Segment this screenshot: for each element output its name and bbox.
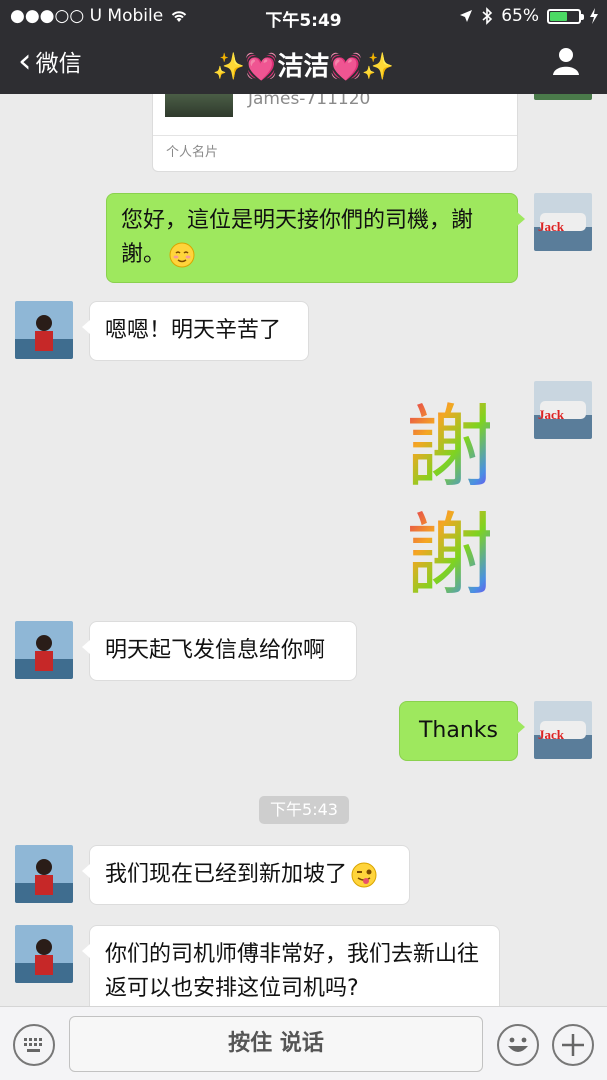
avatar-contact[interactable] (15, 925, 73, 983)
timestamp-divider: 下午5:43 (259, 796, 349, 824)
bluetooth-icon (482, 7, 493, 25)
card-type-label: 个人名片 (166, 145, 219, 160)
sticker-glyph: 謝 (410, 503, 490, 596)
avatar-badge-text: Jack (538, 219, 565, 234)
sticker-message[interactable]: 謝 謝 (410, 386, 490, 596)
more-button[interactable] (552, 1024, 594, 1066)
message-text: 你们的司机师傅非常好，我们去新山往返可以也安排这位司机吗? (105, 942, 480, 1001)
message-bubble-incoming[interactable]: 明天起飞发信息给你啊 (82, 621, 357, 681)
avatar-badge-text: Jack (538, 727, 565, 742)
avatar-contact[interactable] (15, 621, 73, 679)
profile-icon[interactable] (551, 46, 581, 76)
avatar-contact[interactable] (15, 301, 73, 359)
chat-title: ✨💓洁洁💓✨ (212, 52, 395, 82)
message-bubble-outgoing[interactable]: Thanks (399, 701, 525, 761)
plus-icon (562, 1034, 584, 1056)
keyboard-icon (24, 1038, 42, 1052)
sticker-glyph: 謝 (410, 395, 490, 500)
avatar-self[interactable]: Jack (534, 193, 592, 251)
message-text: 嗯嗯！明天辛苦了 (105, 318, 282, 343)
battery-level-fill (550, 11, 567, 21)
card-thumbnail (165, 94, 233, 117)
message-bubble-incoming[interactable]: 你们的司机师傅非常好，我们去新山往返可以也安排这位司机吗? (82, 925, 500, 1006)
message-bubble-outgoing[interactable]: 您好，這位是明天接你們的司機，謝謝。 (106, 193, 525, 283)
input-bar: 按住 说话 (0, 1006, 607, 1080)
blush-emoji-icon (169, 242, 195, 268)
location-arrow-icon (460, 10, 473, 22)
status-bar: ●●●○○ U Mobile 下午5:49 65% (0, 0, 607, 32)
smiley-icon (508, 1037, 528, 1052)
avatar-self[interactable]: Jack (534, 701, 592, 759)
card-user-id: James-711120 (248, 94, 371, 109)
avatar-badge-text: Jack (538, 407, 565, 422)
wink-tongue-emoji-icon (351, 862, 377, 888)
avatar-self[interactable]: Jack (534, 381, 592, 439)
message-text: 我们现在已经到新加坡了 (105, 862, 348, 887)
avatar-contact[interactable] (15, 845, 73, 903)
message-bubble-incoming[interactable]: 嗯嗯！明天辛苦了 (82, 301, 309, 361)
contact-card[interactable]: James-711120 个人名片 (152, 94, 518, 172)
message-text: 明天起飞发信息给你啊 (105, 638, 326, 663)
hold-to-talk-button[interactable]: 按住 说话 (69, 1016, 483, 1072)
battery-icon (547, 8, 584, 24)
keyboard-toggle-button[interactable] (13, 1024, 55, 1066)
card-divider (153, 135, 517, 136)
battery-percent: 65% (501, 6, 539, 26)
navigation-bar: ‹ 微信 ✨💓洁洁💓✨ (0, 32, 607, 94)
top-bar: ●●●○○ U Mobile 下午5:49 65% ‹ 微信 ✨💓洁洁💓✨ (0, 0, 607, 94)
message-text: Thanks (418, 718, 498, 743)
avatar-self[interactable] (534, 94, 592, 100)
chat-area[interactable]: James-711120 个人名片 您好，這位是明天接你們的司機，謝謝。 Jac… (0, 94, 607, 1006)
charging-bolt-icon (590, 8, 598, 24)
emoji-button[interactable] (497, 1024, 539, 1066)
message-bubble-incoming[interactable]: 我们现在已经到新加坡了 (82, 845, 410, 905)
